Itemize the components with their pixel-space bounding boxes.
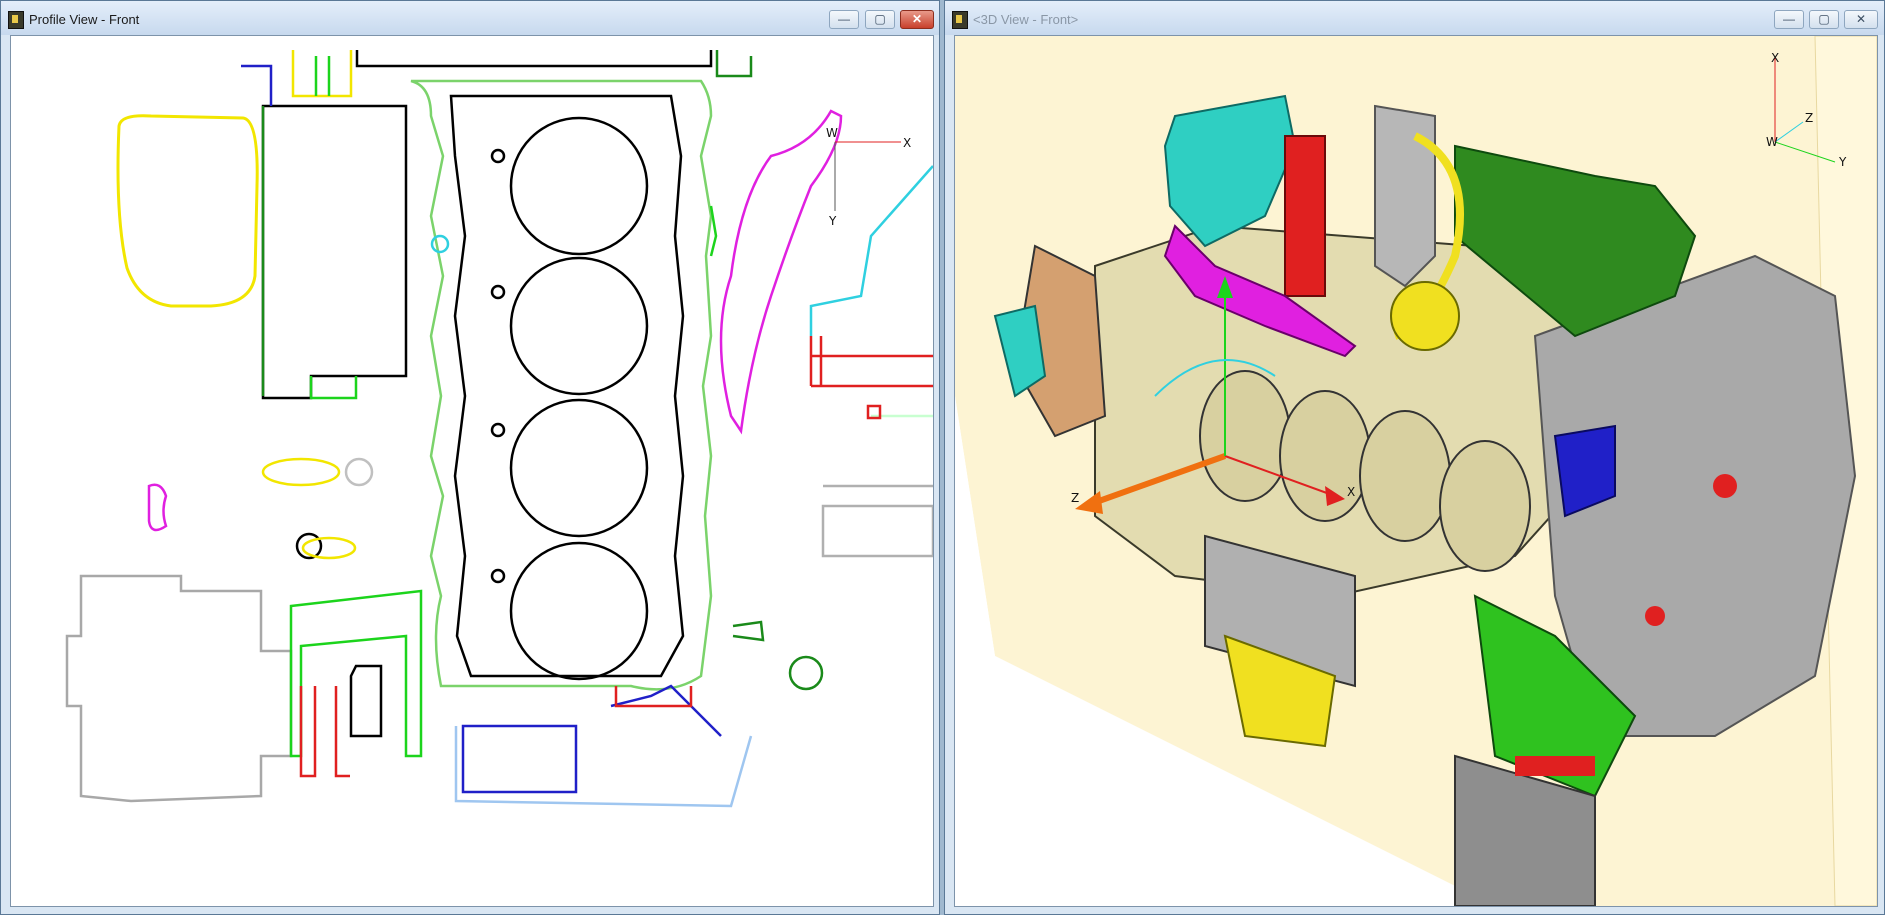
triad-w-label: W <box>1766 135 1778 149</box>
profile-view-canvas[interactable]: X W Y <box>10 35 934 907</box>
profile-drawing: X W Y <box>65 50 933 808</box>
maximize-button[interactable]: ▢ <box>865 10 895 29</box>
three-d-view-title: <3D View - Front> <box>973 12 1079 27</box>
profile-view-titlebar[interactable]: Profile View - Front — ▢ ✕ <box>1 1 939 35</box>
axis-y-label: Y <box>828 214 837 228</box>
profile-view-title: Profile View - Front <box>29 12 140 27</box>
three-d-viewport[interactable]: X Z X Z W Y <box>954 35 1878 907</box>
axis-w-label: W <box>826 126 838 140</box>
minimize-button[interactable]: — <box>829 10 859 29</box>
red-bracket <box>1284 135 1326 297</box>
manipulator-z-label: Z <box>1071 491 1079 505</box>
app-icon <box>952 11 968 29</box>
profile-view-window[interactable]: Profile View - Front — ▢ ✕ X W Y <box>0 0 940 915</box>
close-button[interactable]: ✕ <box>900 10 934 29</box>
three-d-view-titlebar[interactable]: <3D View - Front> — ▢ ✕ <box>945 1 1884 35</box>
triad-x-label: X <box>1771 51 1779 65</box>
triad-y-label: Y <box>1838 155 1847 169</box>
engine-3d-model: X Z X Z W Y <box>955 36 1877 906</box>
manipulator-x-label: X <box>1347 485 1355 499</box>
maximize-button[interactable]: ▢ <box>1809 10 1839 29</box>
close-button[interactable]: ✕ <box>1844 10 1878 29</box>
minimize-button[interactable]: — <box>1774 10 1804 29</box>
axis-x-label: X <box>903 136 911 150</box>
app-icon <box>8 11 24 29</box>
three-d-view-window[interactable]: <3D View - Front> — ▢ ✕ X Z X Z W Y <box>944 0 1885 915</box>
triad-z-label: Z <box>1805 111 1813 125</box>
